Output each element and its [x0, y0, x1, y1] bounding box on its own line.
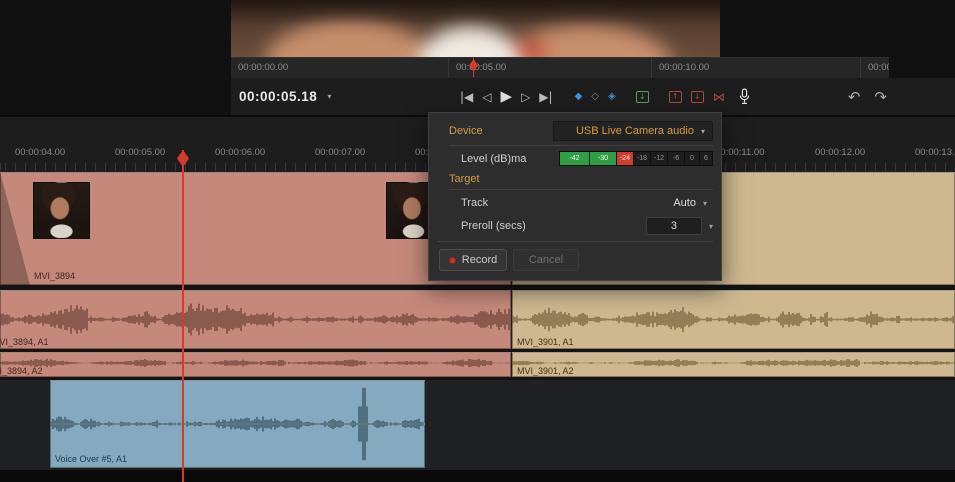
meter-tick: -42	[560, 152, 590, 165]
close-up-icon[interactable]: ⋈	[713, 90, 725, 104]
down-arrow-glyph: ↓	[694, 93, 701, 101]
track-dropdown[interactable]: Auto ▾	[673, 195, 707, 211]
popup-divider	[437, 241, 713, 242]
popup-divider	[449, 189, 713, 190]
ruler-label: 00:00:05.00	[115, 147, 165, 158]
voiceover-mic-button[interactable]	[738, 88, 751, 105]
step-back-button[interactable]: ◁	[482, 91, 491, 103]
target-section-label: Target	[449, 173, 480, 185]
timecode-display[interactable]: 00:00:05.18 ▾	[239, 78, 331, 115]
meter-tick: -18	[634, 152, 651, 165]
clip-label: MVI_3901, A2	[517, 366, 574, 376]
clip-label: Voice Over #5, A1	[55, 454, 127, 464]
transport-bar: 00:00:05.18 ▾ |◀ ◁ ▶ ▷ ▶| ◆ ◇ ◈ ↓ ↑ ↓ ⋈	[231, 78, 955, 115]
skip-start-button[interactable]: |◀	[460, 91, 473, 103]
device-dropdown[interactable]: USB Live Camera audio ▾	[553, 121, 713, 141]
clip-label: MVI_3894, A2	[0, 366, 43, 376]
viewer-timeline-ruler[interactable]: 00:00:00.00 00:00:05.00 00:00:10.00 00:0…	[231, 57, 889, 80]
left-blank-panel	[0, 0, 231, 115]
timeline-playhead-line	[182, 150, 184, 482]
meter-tick: -30	[590, 152, 617, 165]
append-clip-icon[interactable]: ↓	[636, 91, 649, 103]
record-button[interactable]: Record	[439, 249, 507, 271]
meter-tick: 6	[700, 152, 712, 165]
device-section-label: Device	[449, 125, 483, 137]
ruler-label: 00:00:07.00	[315, 147, 365, 158]
voiceover-record-popup: Device USB Live Camera audio ▾ Level (dB…	[428, 112, 722, 281]
audio-level-meter: -42 -30 -24 -18 -12 -6 0 6	[559, 151, 713, 166]
app-root: 00:00:00.00 00:00:05.00 00:00:10.00 00:0…	[0, 0, 955, 482]
timecode-value: 00:00:05.18	[239, 89, 317, 104]
viewer-vignette	[231, 0, 720, 57]
preroll-control[interactable]: 3 ▾	[646, 217, 713, 235]
step-forward-button[interactable]: ▷	[521, 91, 530, 103]
chevron-down-icon[interactable]: ▾	[327, 92, 331, 101]
audio-waveform	[0, 355, 511, 371]
skip-end-button[interactable]: ▶|	[539, 91, 552, 103]
device-dropdown-value: USB Live Camera audio	[576, 125, 694, 137]
ruler-label: 00:00:11.00	[715, 147, 764, 158]
viewer-ruler-label: 00:00:00.00	[231, 58, 448, 79]
record-button-label: Record	[462, 254, 497, 266]
preroll-value-box[interactable]: 3	[646, 217, 702, 235]
voiceover-clip[interactable]: Voice Over #5, A1	[50, 380, 425, 468]
record-dot-icon	[449, 257, 456, 264]
redo-button[interactable]: ↷	[874, 88, 887, 106]
play-button[interactable]: ▶	[501, 89, 513, 104]
chevron-down-icon: ▾	[703, 199, 707, 208]
meter-tick: -6	[668, 152, 685, 165]
place-on-top-icon[interactable]: ↑	[669, 91, 682, 103]
audio-clip-mvi3901-a2[interactable]: MVI_3901, A2	[512, 352, 955, 377]
preroll-label: Preroll (secs)	[461, 220, 526, 232]
audio-clip-mvi3901-a1[interactable]: MVI_3901, A1	[512, 290, 955, 349]
audio-waveform	[512, 290, 955, 349]
right-blank-panel	[720, 0, 955, 57]
popup-divider	[449, 145, 713, 146]
clip-thumbnail	[33, 182, 90, 239]
track-dropdown-value: Auto	[673, 197, 696, 209]
clip-label: MVI_3901, A1	[517, 337, 574, 347]
audio-waveform	[0, 290, 511, 349]
viewer-preview	[231, 0, 720, 57]
timeline-scrollbar-track[interactable]	[0, 470, 955, 482]
audio-waveform	[512, 355, 955, 371]
ripple-overwrite-icon[interactable]: ↓	[691, 91, 704, 103]
playhead-bottom-extension	[182, 470, 184, 482]
ruler-label: 00:00:04.00	[15, 147, 65, 158]
meter-tick: -12	[651, 152, 668, 165]
undo-button[interactable]: ↶	[848, 88, 861, 106]
clip-trim-edge	[0, 172, 30, 285]
keyframe-add-icon[interactable]: ◇	[591, 92, 599, 102]
mic-icon	[738, 88, 751, 105]
viewer-ruler-label: 00:00:1	[860, 58, 889, 79]
viewer-ruler-label: 00:00:10.00	[651, 58, 860, 79]
cancel-button-label: Cancel	[529, 254, 563, 266]
ruler-label: 00:00:13.00	[915, 147, 955, 158]
keyframe-next-icon[interactable]: ◈	[608, 92, 616, 102]
viewer-ruler-label: 00:00:05.00	[448, 58, 651, 79]
track-label: Track	[461, 197, 488, 209]
meter-tick: 0	[685, 152, 700, 165]
chevron-down-icon: ▾	[701, 127, 705, 136]
ruler-label: 00:00:12.00	[815, 147, 865, 158]
cancel-button[interactable]: Cancel	[513, 249, 579, 271]
clip-label: MVI_3894	[34, 271, 75, 281]
audio-clip-mvi3894-a2[interactable]: MVI_3894, A2	[0, 352, 511, 377]
level-label: Level (dB)ma	[461, 153, 526, 165]
keyframe-prev-icon[interactable]: ◆	[575, 92, 583, 102]
append-arrow-glyph: ↓	[639, 93, 646, 101]
up-arrow-glyph: ↑	[672, 93, 679, 101]
meter-tick: -24	[617, 152, 634, 165]
audio-clip-mvi3894-a1[interactable]: MVI_3894, A1	[0, 290, 511, 349]
chevron-down-icon[interactable]: ▾	[709, 222, 713, 231]
ruler-label: 00:00:06.00	[215, 147, 265, 158]
clip-label: MVI_3894, A1	[0, 337, 49, 347]
